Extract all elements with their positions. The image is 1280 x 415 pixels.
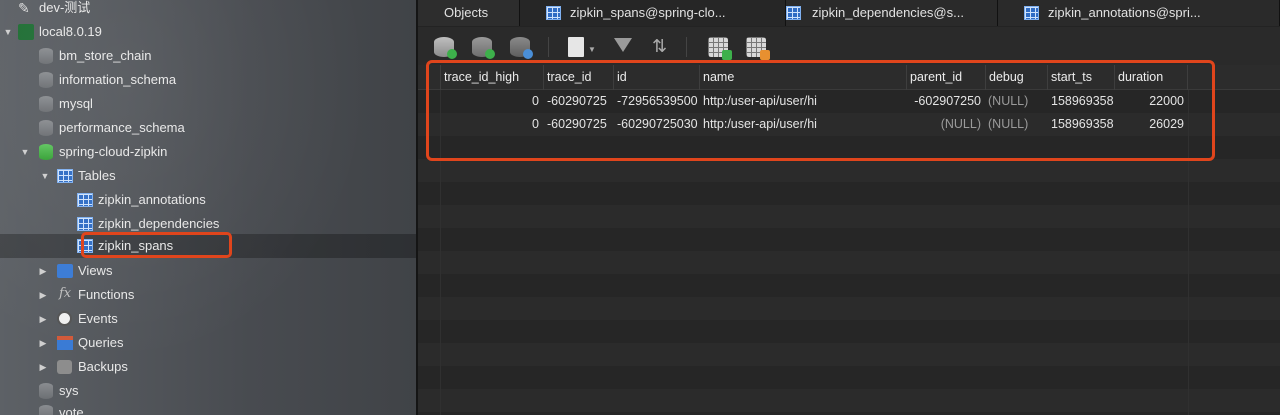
sidebar-item-functions[interactable]: ▶ fx Functions: [0, 283, 417, 307]
tab-zipkin-spans[interactable]: zipkin_spans@spring-clo...: [520, 0, 786, 26]
chevron-down-icon[interactable]: ▼: [39, 170, 51, 182]
empty-row: [418, 228, 1280, 251]
sidebar-item-performance-schema[interactable]: performance_schema: [0, 116, 417, 140]
sidebar-item-label: bm_store_chain: [59, 48, 152, 63]
chevron-right-icon[interactable]: ▶: [37, 289, 49, 301]
chevron-right-icon[interactable]: ▶: [37, 265, 49, 277]
tab-label: zipkin_annotations@spri...: [1048, 5, 1201, 20]
table-icon: [786, 6, 801, 20]
sidebar-item-dev-connection[interactable]: ✎ dev-测试: [0, 0, 417, 20]
connection-icon: ✎: [18, 0, 30, 16]
database-icon: [39, 383, 53, 399]
sidebar-item-bm-store-chain[interactable]: bm_store_chain: [0, 44, 417, 68]
sidebar-item-label: zipkin_annotations: [98, 192, 206, 207]
empty-row: [418, 366, 1280, 389]
chevron-down-icon[interactable]: ▼: [2, 26, 14, 38]
connection-icon: [18, 24, 34, 40]
empty-row: [418, 159, 1280, 182]
database-icon: [39, 120, 53, 136]
table-icon: [77, 193, 93, 207]
chevron-right-icon[interactable]: ▶: [37, 337, 49, 349]
empty-row: [418, 182, 1280, 205]
backups-icon: [57, 360, 72, 374]
sidebar-item-label: local8.0.19: [39, 24, 102, 39]
sidebar-item-local-connection[interactable]: ▼ local8.0.19: [0, 20, 417, 44]
import-icon[interactable]: [708, 37, 732, 60]
views-icon: [57, 264, 73, 278]
highlight-box: [426, 60, 1215, 161]
export-icon[interactable]: [746, 37, 770, 60]
tab-zipkin-annotations[interactable]: zipkin_annotations@spri...: [998, 0, 1280, 26]
sidebar-item-vote[interactable]: vote: [0, 401, 417, 415]
database-icon: [39, 144, 53, 160]
clock-icon: [57, 311, 72, 326]
chevron-right-icon[interactable]: ▶: [37, 361, 49, 373]
sidebar-item-queries[interactable]: ▶ Queries: [0, 331, 417, 355]
sidebar-item-label: Tables: [78, 168, 116, 183]
table-icon: [546, 6, 561, 20]
empty-row: [418, 205, 1280, 228]
sidebar-item-label: mysql: [59, 96, 93, 111]
sidebar-item-label: performance_schema: [59, 120, 185, 135]
tab-objects[interactable]: Objects: [418, 0, 520, 26]
empty-row: [418, 251, 1280, 274]
sidebar-item-information-schema[interactable]: information_schema: [0, 68, 417, 92]
sidebar-item-label: Events: [78, 311, 118, 326]
sidebar-item-zipkin-annotations[interactable]: zipkin_annotations: [0, 188, 417, 212]
sidebar-item-label: spring-cloud-zipkin: [59, 144, 168, 159]
sidebar-item-label: dev-测试: [39, 0, 91, 15]
tab-bar: Objects zipkin_spans@spring-clo... zipki…: [418, 0, 1280, 26]
text-icon[interactable]: [568, 37, 584, 57]
tab-label: zipkin_dependencies@s...: [812, 5, 964, 20]
functions-icon: fx: [59, 286, 72, 301]
tables-icon: [57, 169, 73, 183]
add-record-icon[interactable]: [434, 37, 457, 59]
sidebar-item-label: information_schema: [59, 72, 177, 87]
chevron-right-icon[interactable]: ▶: [37, 313, 49, 325]
sidebar-item-spring-cloud-zipkin[interactable]: ▼ spring-cloud-zipkin: [0, 140, 417, 164]
sidebar-item-sys[interactable]: sys: [0, 379, 417, 403]
sidebar-item-label: sys: [59, 383, 79, 398]
queries-icon: [57, 336, 73, 350]
sidebar-item-mysql[interactable]: mysql: [0, 92, 417, 116]
toolbar-divider: [548, 37, 549, 57]
sidebar-item-label: Queries: [78, 335, 124, 350]
tab-zipkin-dependencies[interactable]: zipkin_dependencies@s...: [786, 0, 998, 26]
empty-row: [418, 297, 1280, 320]
table-icon: [1024, 6, 1039, 20]
save-record-icon[interactable]: [472, 37, 495, 59]
sidebar-item-label: Functions: [78, 287, 135, 302]
empty-row: [418, 343, 1280, 366]
sidebar-item-label: zipkin_dependencies: [98, 216, 220, 231]
sidebar-item-backups[interactable]: ▶ Backups: [0, 355, 417, 379]
sidebar-item-label: Backups: [78, 359, 128, 374]
tab-label: zipkin_spans@spring-clo...: [570, 5, 726, 20]
database-icon: [39, 48, 53, 64]
sidebar-item-label: Views: [78, 263, 113, 278]
empty-row: [418, 389, 1280, 412]
sidebar-item-views[interactable]: ▶ Views: [0, 259, 417, 283]
sidebar-item-events[interactable]: ▶ Events: [0, 307, 417, 331]
empty-row: [418, 320, 1280, 343]
database-icon: [39, 405, 53, 415]
highlight-box: [81, 232, 232, 258]
sidebar-item-tables[interactable]: ▼ Tables: [0, 164, 417, 188]
refresh-icon[interactable]: [510, 37, 533, 59]
database-icon: [39, 96, 53, 112]
sidebar-item-label: vote: [59, 405, 84, 415]
chevron-down-icon[interactable]: ▼: [588, 45, 596, 54]
sort-icon[interactable]: ⇅: [652, 37, 672, 57]
filter-icon[interactable]: [614, 38, 632, 52]
database-icon: [39, 72, 53, 88]
navigation-sidebar: ✎ dev-测试 ▼ local8.0.19 bm_store_chain in…: [0, 0, 417, 415]
chevron-down-icon[interactable]: ▼: [19, 146, 31, 158]
toolbar-divider: [686, 37, 687, 57]
tab-label: Objects: [444, 5, 489, 20]
table-icon: [77, 217, 93, 231]
empty-row: [418, 274, 1280, 297]
